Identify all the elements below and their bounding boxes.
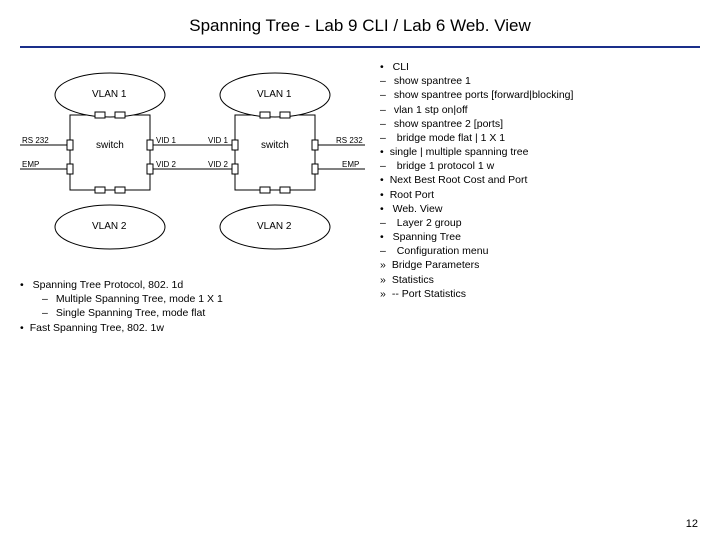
note-stp: Spanning Tree Protocol, 802. 1d Multiple… [20,278,370,321]
rs232-right-label: RS 232 [336,136,363,145]
webview-layer2-text: Layer 2 group [397,217,462,229]
rs232-left-label: RS 232 [22,136,49,145]
note-mstp: Multiple Spanning Tree, mode 1 X 1 [42,292,370,306]
cli-vlan-stp: vlan 1 stp on|off [380,103,700,117]
cli-bridge-mode: bridge mode flat | 1 X 1 single | multip… [380,131,700,159]
webview-spanning-tree-text: Spanning Tree [393,231,461,243]
vlan1-right-label: VLAN 1 [257,89,291,100]
slide-body: VLAN 1 VLAN 1 VLAN 2 VLAN 2 switch switc… [20,60,700,490]
cli-heading-text: CLI [393,61,409,73]
right-column: CLI show spantree 1 show spantree ports … [380,60,700,301]
left-notes: Spanning Tree Protocol, 802. 1d Multiple… [20,278,370,335]
diagram-svg [20,60,370,270]
vid2-a-label: VID 2 [156,160,176,169]
page-number: 12 [686,518,698,530]
cli-show-spantree-1: show spantree 1 [380,74,700,88]
switch-left-label: switch [96,140,124,151]
cli-single-multiple: single | multiple spanning tree [380,145,700,159]
vid1-b-label: VID 1 [208,136,228,145]
webview-layer2: Layer 2 group Spanning Tree Configuratio… [380,216,700,301]
webview-bridge-params: Bridge Parameters [380,258,700,272]
switch-right-label: switch [261,140,289,151]
vid1-a-label: VID 1 [156,136,176,145]
page-title: Spanning Tree - Lab 9 CLI / Lab 6 Web. V… [0,0,720,46]
note-stp-text: Spanning Tree Protocol, 802. 1d [33,279,184,291]
emp-right-label: EMP [342,160,359,169]
webview-heading-text: Web. View [393,203,443,215]
note-sstp: Single Spanning Tree, mode flat [42,306,370,320]
cli-root-port: Root Port [380,188,700,202]
webview-statistics: Statistics [380,273,700,287]
note-fstp: Fast Spanning Tree, 802. 1w [20,321,370,335]
webview-config-menu-text: Configuration menu [397,245,489,257]
webview-heading: Web. View Layer 2 group Spanning Tree Co… [380,202,700,301]
cli-show-spantree-2: show spantree 2 [ports] [380,117,700,131]
cli-bridge-mode-text: bridge mode flat | 1 X 1 [397,132,505,144]
cli-bridge-protocol: bridge 1 protocol 1 w Next Best Root Cos… [380,159,700,202]
title-rule [20,46,700,48]
cli-bridge-protocol-text: bridge 1 protocol 1 w [397,160,494,172]
cli-heading: CLI show spantree 1 show spantree ports … [380,60,700,202]
webview-config-menu: Configuration menu Bridge Parameters Sta… [380,244,700,301]
vlan-diagram: VLAN 1 VLAN 1 VLAN 2 VLAN 2 switch switc… [20,60,370,270]
vid2-b-label: VID 2 [208,160,228,169]
vlan2-left-label: VLAN 2 [92,221,126,232]
webview-port-statistics: -- Port Statistics [380,287,700,301]
emp-left-label: EMP [22,160,39,169]
cli-next-best-root: Next Best Root Cost and Port [380,173,700,187]
cli-show-spantree-ports: show spantree ports [forward|blocking] [380,88,700,102]
vlan2-right-label: VLAN 2 [257,221,291,232]
vlan1-left-label: VLAN 1 [92,89,126,100]
webview-spanning-tree: Spanning Tree Configuration menu Bridge … [380,230,700,301]
